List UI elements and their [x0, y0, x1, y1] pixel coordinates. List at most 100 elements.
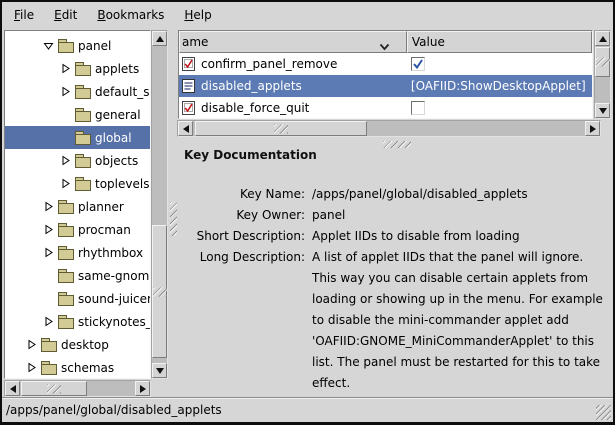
paned-splitter-vertical[interactable] — [170, 29, 177, 398]
status-bar: /apps/panel/global/disabled_applets — [2, 397, 613, 422]
folder-icon — [40, 338, 57, 351]
tree-item-general[interactable]: general — [5, 103, 150, 126]
tree-item-sound-juicer[interactable]: sound-juicer — [5, 287, 150, 310]
tree-item-label: panel — [78, 39, 111, 53]
tree-item-label: general — [95, 108, 141, 122]
doc-field-key-owner: Key Owner: panel — [179, 205, 611, 226]
status-path-text: /apps/panel/global/disabled_applets — [6, 403, 222, 417]
tree-item-planner[interactable]: planner — [5, 195, 150, 218]
tree-item-same-gnome[interactable]: same-gnome — [5, 264, 150, 287]
scrollbar-thumb[interactable] — [21, 381, 87, 396]
expander-closed-icon[interactable] — [60, 86, 74, 97]
scroll-left-button[interactable] — [178, 121, 193, 136]
tree-vertical-scrollbar[interactable] — [151, 30, 168, 379]
scroll-right-button[interactable] — [135, 381, 150, 396]
tree-item-global[interactable]: global — [5, 126, 150, 149]
tree-item-rhythmbox[interactable]: rhythmbox — [5, 241, 150, 264]
tree-item-schemas[interactable]: schemas — [5, 356, 150, 379]
expander-closed-icon[interactable] — [43, 247, 57, 258]
arrow-left-icon — [10, 385, 16, 393]
folder-icon — [57, 269, 74, 282]
menu-edit[interactable]: Edit — [44, 4, 87, 26]
tree-horizontal-scrollbar[interactable] — [4, 380, 151, 397]
arrow-right-icon — [140, 385, 146, 393]
tree-item-toplevels[interactable]: toplevels — [5, 172, 150, 195]
column-header-name[interactable]: ame — [179, 31, 407, 53]
scroll-left-button[interactable] — [5, 381, 20, 396]
expander-closed-icon[interactable] — [43, 201, 57, 212]
folder-tree-panel: panel applets default_se general global … — [3, 29, 170, 398]
arrow-left-icon — [183, 125, 189, 133]
scrollbar-thumb[interactable] — [595, 47, 610, 77]
column-header-value[interactable]: Value — [407, 31, 592, 53]
arrow-up-icon — [599, 36, 607, 42]
tree-item-label: objects — [95, 154, 138, 168]
key-row-confirm-panel-remove[interactable]: confirm_panel_remove — [179, 53, 592, 75]
expander-closed-icon[interactable] — [60, 155, 74, 166]
column-header-name-label: ame — [182, 35, 208, 49]
thumb-grip — [596, 58, 610, 67]
key-value-text: [OAFIID:ShowDesktopApplet] — [411, 79, 586, 93]
expander-closed-icon[interactable] — [26, 339, 40, 350]
key-table-panel: ame Value confirm_panel_remove — [177, 29, 611, 121]
tree-item-label: sound-juicer — [78, 292, 151, 306]
menu-bar: File Edit Bookmarks Help — [2, 2, 613, 28]
menu-bookmarks-label: ookmarks — [106, 8, 165, 22]
expander-closed-icon[interactable] — [60, 178, 74, 189]
tree-item-objects[interactable]: objects — [5, 149, 150, 172]
expander-closed-icon[interactable] — [60, 63, 74, 74]
tree-item-label: global — [95, 131, 132, 145]
expander-closed-icon[interactable] — [26, 362, 40, 373]
doc-field-label: Long Description: — [179, 247, 305, 268]
checkbox-unchecked[interactable] — [411, 101, 425, 115]
scrollbar-thumb[interactable] — [152, 225, 167, 358]
scroll-down-button[interactable] — [152, 363, 167, 378]
splitter-grip — [170, 202, 177, 236]
menu-edit-label: E — [54, 8, 62, 22]
scroll-up-button[interactable] — [152, 31, 167, 46]
scrollbar-thumb[interactable] — [195, 121, 367, 136]
tree-item-label: desktop — [61, 338, 109, 352]
tree-item-label: applets — [95, 62, 139, 76]
folder-icon — [74, 177, 91, 190]
key-row-disable-force-quit[interactable]: disable_force_quit — [179, 97, 592, 119]
tree-item-panel[interactable]: panel — [5, 34, 150, 57]
folder-icon — [74, 62, 91, 75]
tree-item-default-se[interactable]: default_se — [5, 80, 150, 103]
folder-icon — [74, 108, 91, 121]
key-name-cell: disabled_applets — [179, 79, 407, 93]
scroll-right-button[interactable] — [585, 121, 600, 136]
key-table: ame Value confirm_panel_remove — [178, 30, 593, 119]
key-name-label: disable_force_quit — [201, 101, 309, 115]
doc-field-value: panel — [312, 205, 604, 226]
expander-open-icon[interactable] — [43, 40, 57, 51]
key-row-disabled-applets[interactable]: disabled_applets [OAFIID:ShowDesktopAppl… — [179, 75, 592, 97]
menu-file[interactable]: File — [4, 4, 44, 26]
tree-item-procman[interactable]: procman — [5, 218, 150, 241]
window-resize-grip[interactable] — [596, 405, 611, 420]
menu-bookmarks[interactable]: Bookmarks — [87, 4, 174, 26]
table-horizontal-scrollbar[interactable] — [177, 120, 601, 137]
column-header-value-label: Value — [412, 35, 445, 49]
key-value-cell — [407, 57, 592, 71]
thumb-grip — [274, 124, 288, 133]
tree-item-desktop[interactable]: desktop — [5, 333, 150, 356]
menu-bookmarks-label: B — [97, 8, 105, 22]
key-documentation-title: Key Documentation — [184, 148, 611, 162]
scroll-up-button[interactable] — [595, 31, 610, 46]
arrow-down-icon — [599, 108, 607, 114]
tree-item-applets[interactable]: applets — [5, 57, 150, 80]
menu-help[interactable]: Help — [174, 4, 221, 26]
tree-item-stickynotes[interactable]: stickynotes_ — [5, 310, 150, 333]
bool-key-icon — [182, 101, 195, 115]
expander-closed-icon[interactable] — [43, 316, 57, 327]
doc-field-label: Key Owner: — [179, 205, 305, 226]
expander-closed-icon[interactable] — [43, 224, 57, 235]
scroll-down-button[interactable] — [595, 103, 610, 118]
folder-icon — [74, 85, 91, 98]
table-header-row: ame Value — [179, 31, 592, 53]
gconf-editor-window: File Edit Bookmarks Help panel applets d… — [0, 0, 615, 425]
checkbox-checked[interactable] — [411, 57, 425, 71]
menu-help-label: elp — [193, 8, 211, 22]
table-vertical-scrollbar[interactable] — [594, 30, 611, 119]
